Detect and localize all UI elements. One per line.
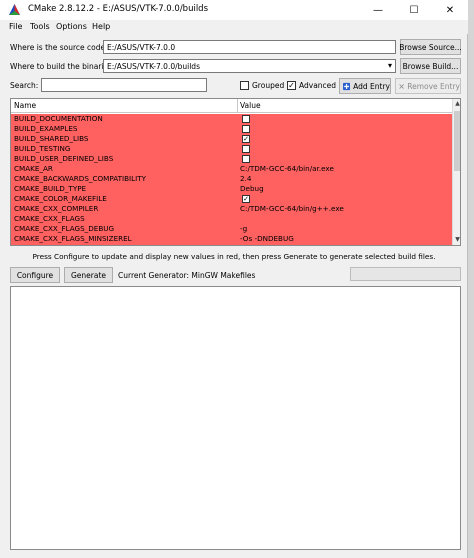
variable-name: BUILD_DOCUMENTATION — [14, 114, 103, 123]
minimize-button[interactable]: — — [360, 0, 396, 20]
variable-name: CMAKE_CXX_COMPILER — [14, 204, 99, 213]
variable-value[interactable]: Debug — [240, 184, 264, 194]
info-message: Press Configure to update and display ne… — [32, 252, 436, 261]
progress-bar — [350, 267, 461, 281]
column-header-value[interactable]: Value — [240, 101, 261, 110]
table-header: Name Value — [11, 99, 452, 113]
table-row[interactable]: CMAKE_BUILD_TYPE Debug — [11, 184, 452, 194]
variable-name: BUILD_EXAMPLES — [14, 124, 78, 133]
menu-file[interactable]: File — [9, 22, 22, 31]
title-bar[interactable]: CMake 2.8.12.2 - E:/ASUS/VTK-7.0.0/build… — [0, 0, 468, 20]
variable-checkbox[interactable] — [242, 145, 250, 153]
table-row[interactable]: CMAKE_AR C:/TDM-GCC-64/bin/ar.exe — [11, 164, 452, 174]
variable-checkbox[interactable] — [242, 115, 250, 123]
browse-source-button[interactable]: Browse Source... — [399, 39, 462, 55]
table-row[interactable]: CMAKE_CXX_FLAGS_RELEASE -O3 -DNDEBUG — [11, 244, 452, 245]
variable-name: BUILD_SHARED_LIBS — [14, 134, 89, 143]
binaries-path-value: E:/ASUS/VTK-7.0.0/builds — [107, 62, 200, 71]
menu-tools[interactable]: Tools — [30, 22, 50, 31]
binaries-path-combo[interactable]: E:/ASUS/VTK-7.0.0/builds ▾ — [103, 59, 396, 73]
table-row[interactable]: CMAKE_CXX_FLAGS_DEBUG -g — [11, 224, 452, 234]
x-icon — [399, 83, 404, 89]
variable-value[interactable]: -Os -DNDEBUG — [240, 234, 294, 244]
generate-button[interactable]: Generate — [64, 267, 113, 283]
maximize-button[interactable]: ☐ — [396, 0, 432, 20]
minimize-icon: — — [373, 4, 383, 16]
scroll-down-icon[interactable]: ▼ — [453, 235, 460, 245]
cmake-window: CMake 2.8.12.2 - E:/ASUS/VTK-7.0.0/build… — [0, 0, 468, 558]
add-entry-button[interactable]: Add Entry — [339, 78, 391, 94]
grouped-checkbox[interactable] — [240, 81, 249, 90]
search-input[interactable] — [41, 78, 207, 92]
add-entry-label: Add Entry — [353, 81, 390, 91]
scroll-up-icon[interactable]: ▲ — [453, 99, 460, 109]
binaries-label: Where to build the binaries: — [10, 62, 115, 71]
variable-checkbox[interactable]: ✓ — [242, 195, 250, 203]
variable-name: CMAKE_CXX_FLAGS — [14, 214, 85, 223]
variable-name: CMAKE_CXX_FLAGS_RELEASE — [14, 244, 120, 245]
variable-value[interactable]: C:/TDM-GCC-64/bin/g++.exe — [240, 204, 344, 214]
variable-checkbox[interactable] — [242, 125, 250, 133]
source-path-input[interactable]: E:/ASUS/VTK-7.0.0 — [103, 40, 396, 54]
source-label: Where is the source code: — [10, 43, 108, 52]
browse-build-button[interactable]: Browse Build... — [400, 58, 461, 74]
table-row[interactable]: BUILD_SHARED_LIBS ✓ — [11, 134, 452, 144]
variable-name: CMAKE_CXX_FLAGS_MINSIZEREL — [14, 234, 132, 243]
table-row[interactable]: CMAKE_CXX_FLAGS_MINSIZEREL -Os -DNDEBUG — [11, 234, 452, 244]
column-separator[interactable] — [237, 99, 238, 113]
advanced-label: Advanced — [299, 81, 337, 90]
table-body: BUILD_DOCUMENTATION BUILD_EXAMPLES BUILD_S… — [11, 114, 452, 245]
output-log[interactable] — [10, 286, 461, 550]
menu-options[interactable]: Options — [56, 22, 87, 31]
maximize-icon: ☐ — [409, 4, 419, 16]
cmake-logo-icon — [9, 4, 20, 15]
variable-value[interactable]: -O3 -DNDEBUG — [240, 244, 295, 245]
table-row[interactable]: BUILD_TESTING — [11, 144, 452, 154]
configure-button[interactable]: Configure — [10, 267, 60, 283]
variable-value[interactable]: C:/TDM-GCC-64/bin/ar.exe — [240, 164, 334, 174]
column-header-name[interactable]: Name — [14, 101, 36, 110]
table-row[interactable]: BUILD_USER_DEFINED_LIBS — [11, 154, 452, 164]
dropdown-arrow-icon[interactable]: ▾ — [388, 61, 392, 70]
variable-checkbox[interactable] — [242, 155, 250, 163]
variable-name: CMAKE_BUILD_TYPE — [14, 184, 87, 193]
variable-value[interactable]: -g — [240, 224, 247, 234]
close-icon: ✕ — [445, 4, 455, 16]
table-row[interactable]: CMAKE_BACKWARDS_COMPATIBILITY 2.4 — [11, 174, 452, 184]
table-row[interactable]: CMAKE_COLOR_MAKEFILE ✓ — [11, 194, 452, 204]
table-row[interactable]: CMAKE_CXX_COMPILER C:/TDM-GCC-64/bin/g++.… — [11, 204, 452, 214]
remove-entry-label: Remove Entry — [407, 81, 460, 91]
variable-checkbox[interactable]: ✓ — [242, 135, 250, 143]
table-row[interactable]: BUILD_EXAMPLES — [11, 124, 452, 134]
plus-icon — [343, 82, 351, 90]
variable-value[interactable]: 2.4 — [240, 174, 251, 184]
grouped-label: Grouped — [252, 81, 285, 90]
remove-entry-button[interactable]: Remove Entry — [395, 78, 461, 94]
menu-help[interactable]: Help — [92, 22, 110, 31]
table-scrollbar[interactable]: ▲ ▼ — [452, 99, 460, 245]
cache-variables-table[interactable]: Name Value BUILD_DOCUMENTATION BUILD_EXAM… — [10, 98, 461, 246]
search-label: Search: — [10, 81, 39, 90]
variable-name: CMAKE_COLOR_MAKEFILE — [14, 194, 107, 203]
variable-name: BUILD_TESTING — [14, 144, 71, 153]
variable-name: CMAKE_AR — [14, 164, 53, 173]
advanced-checkbox[interactable]: ✓ — [287, 81, 296, 90]
menu-bar: File Tools Options Help — [0, 20, 468, 34]
current-generator-label: Current Generator: MinGW Makefiles — [118, 271, 256, 280]
table-row[interactable]: BUILD_DOCUMENTATION — [11, 114, 452, 124]
background-strip-right — [468, 0, 474, 558]
table-row[interactable]: CMAKE_CXX_FLAGS — [11, 214, 452, 224]
variable-name: BUILD_USER_DEFINED_LIBS — [14, 154, 114, 163]
scrollbar-thumb[interactable] — [454, 111, 460, 171]
window-title: CMake 2.8.12.2 - E:/ASUS/VTK-7.0.0/build… — [28, 4, 209, 14]
close-button[interactable]: ✕ — [432, 0, 468, 20]
variable-name: CMAKE_CXX_FLAGS_DEBUG — [14, 224, 115, 233]
variable-name: CMAKE_BACKWARDS_COMPATIBILITY — [14, 174, 147, 183]
